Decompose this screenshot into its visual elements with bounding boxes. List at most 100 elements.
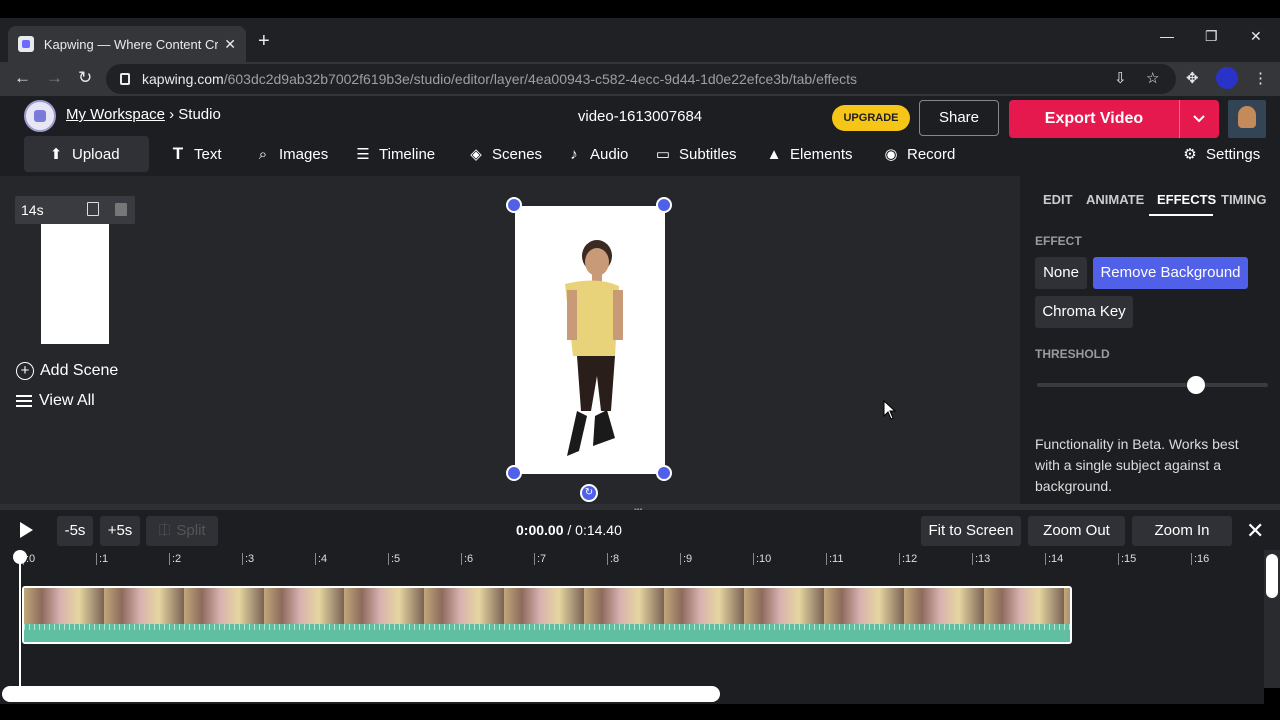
ruler-label: :8 [610, 553, 620, 565]
effect-chroma-key-button[interactable]: Chroma Key [1035, 296, 1133, 328]
record-button[interactable]: ◉ Record [883, 136, 955, 172]
browser-tab[interactable]: Kapwing — Where Content Creat ✕ [8, 26, 246, 62]
tab-edit[interactable]: EDIT [1043, 192, 1073, 207]
resize-handle-top-left[interactable] [506, 197, 522, 213]
playhead-knob[interactable] [13, 550, 27, 564]
settings-button[interactable]: ⚙ Settings [1182, 136, 1260, 172]
scene-card-header[interactable]: 14s [15, 196, 135, 224]
ruler-tick [607, 553, 608, 565]
resize-handle-bottom-right[interactable] [656, 465, 672, 481]
timeline-horizontal-scrollbar[interactable] [0, 686, 1264, 704]
extensions-icon[interactable]: ✥ [1186, 69, 1199, 87]
chevron-down-icon[interactable] [1189, 110, 1209, 128]
tab-close-icon[interactable]: ✕ [224, 36, 236, 53]
subtitles-button[interactable]: ▭ Subtitles [655, 136, 737, 172]
bookmark-star-icon[interactable]: ☆ [1146, 69, 1159, 87]
ruler-label: :14 [1048, 553, 1064, 565]
horizontal-scroll-thumb[interactable] [2, 686, 720, 702]
lock-icon [120, 73, 130, 85]
ruler-label: :13 [975, 553, 991, 565]
resize-handle-bottom-left[interactable] [506, 465, 522, 481]
audio-button[interactable]: ♪ Audio [566, 136, 628, 172]
scene-thumbnail[interactable] [41, 224, 109, 344]
text-icon: T [172, 144, 184, 163]
upload-icon: ⬆ [49, 146, 63, 163]
mouse-cursor-icon [883, 400, 897, 420]
zoom-in-button[interactable]: Zoom In [1132, 516, 1232, 546]
delete-scene-icon[interactable] [115, 203, 127, 216]
studio-label: Studio [178, 106, 221, 123]
restore-icon[interactable]: ❐ [1205, 28, 1218, 45]
effect-remove-background-button[interactable]: Remove Background [1093, 257, 1248, 289]
ruler-label: :6 [464, 553, 474, 565]
skip-back-button[interactable]: -5s [57, 516, 93, 546]
minimize-icon[interactable]: — [1160, 28, 1174, 44]
ruler-label: :1 [99, 553, 109, 565]
workspace-link[interactable]: My Workspace [66, 106, 165, 123]
tab-effects[interactable]: EFFECTS [1157, 192, 1216, 207]
threshold-slider[interactable] [1037, 383, 1268, 387]
ruler-tick [534, 553, 535, 565]
new-tab-icon[interactable]: + [258, 30, 270, 53]
duplicate-scene-icon[interactable] [87, 202, 99, 216]
install-icon[interactable]: ⇩ [1114, 69, 1127, 87]
url-field[interactable]: kapwing.com/603dc2d9ab32b7002f619b3e/stu… [106, 64, 1176, 94]
timeline-button[interactable]: ☰ Timeline [355, 136, 435, 172]
tab-timing[interactable]: TIMING [1221, 192, 1267, 207]
threshold-heading: THRESHOLD [1035, 347, 1110, 361]
forward-icon[interactable]: → [46, 68, 63, 88]
close-timeline-icon[interactable]: ✕ [1246, 518, 1264, 544]
upgrade-button[interactable]: UPGRADE [832, 105, 910, 131]
add-scene-button[interactable]: + Add Scene [16, 362, 118, 380]
split-button[interactable]: ⎅ Split [146, 516, 218, 546]
ruler-tick [753, 553, 754, 565]
beta-note: Functionality in Beta. Works best with a… [1035, 436, 1239, 494]
project-title[interactable]: video-1613007684 [540, 108, 740, 125]
window-close-icon[interactable]: ✕ [1250, 28, 1262, 45]
threshold-slider-thumb[interactable] [1187, 376, 1206, 394]
ruler-tick [315, 553, 316, 565]
upload-button[interactable]: ⬆ Upload [24, 136, 149, 172]
rotate-handle-icon[interactable]: ↻ [580, 484, 598, 502]
images-label: Images [279, 145, 329, 163]
properties-panel: EDIT ANIMATE EFFECTS TIMING EFFECT None … [1020, 176, 1280, 504]
skip-forward-button[interactable]: +5s [100, 516, 140, 546]
scenes-button[interactable]: ◈ Scenes [468, 136, 542, 172]
browser-profile-avatar[interactable] [1216, 67, 1238, 89]
timeline-vertical-scrollbar[interactable] [1264, 550, 1280, 688]
zoom-out-button[interactable]: Zoom Out [1028, 516, 1125, 546]
ruler-label: :2 [172, 553, 182, 565]
ruler-tick [899, 553, 900, 565]
play-icon[interactable] [20, 522, 33, 538]
share-button[interactable]: Share [919, 100, 999, 136]
threshold-slider-fill [1037, 383, 1197, 387]
ruler-tick [388, 553, 389, 565]
tab-animate[interactable]: ANIMATE [1086, 192, 1144, 207]
images-button[interactable]: ⌕ Images [255, 136, 328, 172]
upload-label: Upload [72, 145, 120, 163]
back-icon[interactable]: ← [14, 68, 31, 88]
breadcrumb: My Workspace › Studio [66, 106, 221, 123]
timeline-track-area[interactable]: :0:1:2:3:4:5:6:7:8:9:10:11:12:13:14:15:1… [0, 550, 1280, 688]
ruler-label: :12 [902, 553, 918, 565]
playhead[interactable] [19, 556, 21, 688]
resize-handle-top-right[interactable] [656, 197, 672, 213]
workspace-logo[interactable] [24, 100, 56, 132]
audio-label: Audio [590, 145, 629, 163]
active-tab-indicator [1149, 214, 1213, 216]
vertical-scroll-thumb[interactable] [1266, 554, 1278, 598]
add-scene-label: Add Scene [40, 362, 119, 379]
video-clip[interactable] [22, 586, 1072, 644]
ruler-tick [826, 553, 827, 565]
elements-button[interactable]: ▲ Elements [766, 136, 853, 172]
view-all-button[interactable]: View All [16, 392, 95, 410]
ruler-label: :0 [26, 553, 36, 565]
browser-menu-icon[interactable]: ⋮ [1253, 69, 1268, 87]
ruler-tick [242, 553, 243, 565]
editor-toolbar: ⬆ Upload T Text ⌕ Images ☰ Timeline ◈ Scenes … [0, 132, 1280, 176]
reload-icon[interactable]: ↻ [78, 68, 92, 88]
effect-none-button[interactable]: None [1035, 257, 1087, 289]
video-layer[interactable] [515, 206, 665, 474]
fit-to-screen-button[interactable]: Fit to Screen [921, 516, 1021, 546]
text-button[interactable]: T Text [170, 136, 222, 172]
